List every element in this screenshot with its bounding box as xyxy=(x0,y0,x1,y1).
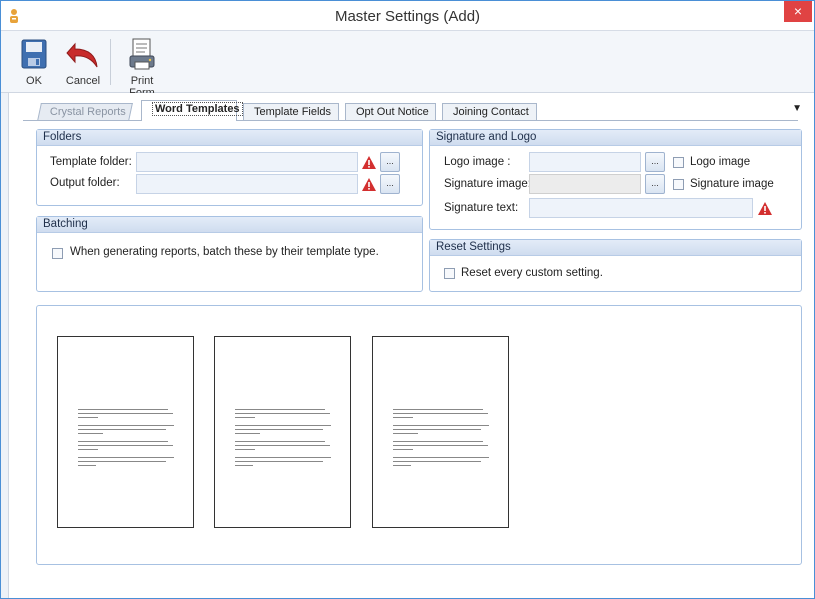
signature-text-label: Signature text: xyxy=(444,202,519,214)
reset-settings-header: Reset Settings xyxy=(430,240,801,256)
tab-label: Crystal Reports xyxy=(49,106,126,118)
tab-template-fields[interactable]: Template Fields xyxy=(243,103,339,121)
tab-label: Joining Contact xyxy=(453,106,529,118)
folders-group: Folders Template folder: ... Output fold… xyxy=(36,129,423,206)
reset-custom-settings-label[interactable]: Reset every custom setting. xyxy=(461,267,603,279)
signature-image-check-label[interactable]: Signature image xyxy=(690,178,774,190)
template-preview-area xyxy=(36,305,802,565)
batching-group: Batching When generating reports, batch … xyxy=(36,216,423,292)
signature-image-label: Signature image: xyxy=(444,178,531,190)
signature-text-input[interactable] xyxy=(529,198,753,218)
signature-image-input[interactable] xyxy=(529,174,641,194)
ok-button[interactable]: OK xyxy=(19,36,49,90)
cancel-label: Cancel xyxy=(65,75,101,87)
logo-image-check-label[interactable]: Logo image xyxy=(690,156,750,168)
tab-content-area: Crystal Reports Word Templates Template … xyxy=(9,93,806,593)
signature-logo-group: Signature and Logo Logo image : ... Logo… xyxy=(429,129,802,230)
tab-baseline xyxy=(23,120,798,121)
signature-image-checkbox[interactable] xyxy=(673,179,684,190)
tab-joining-contact[interactable]: Joining Contact xyxy=(442,103,537,121)
toolbar-separator xyxy=(110,39,111,85)
title-bar: Master Settings (Add) × xyxy=(1,1,814,31)
left-edge-panel xyxy=(1,93,9,598)
output-folder-input[interactable] xyxy=(136,174,358,194)
tab-label: Template Fields xyxy=(254,106,332,118)
warning-icon xyxy=(758,202,772,215)
tab-crystal-reports[interactable]: Crystal Reports xyxy=(37,103,133,121)
template-preview-2[interactable] xyxy=(214,336,351,528)
template-folder-browse-button[interactable]: ... xyxy=(380,152,400,172)
preview-text-lines xyxy=(78,409,178,469)
cancel-button[interactable]: Cancel xyxy=(63,36,103,90)
undo-icon xyxy=(66,42,98,68)
close-button[interactable]: × xyxy=(784,1,812,22)
template-folder-label: Template folder: xyxy=(50,156,132,168)
preview-text-lines xyxy=(235,409,335,469)
template-preview-3[interactable] xyxy=(372,336,509,528)
tab-overflow-dropdown-icon[interactable]: ▼ xyxy=(792,103,802,114)
ribbon-toolbar: OK Cancel Print Form xyxy=(1,31,814,99)
ok-label: OK xyxy=(26,75,42,87)
close-icon: × xyxy=(793,3,803,19)
folders-header: Folders xyxy=(37,130,422,146)
signature-image-browse-button[interactable]: ... xyxy=(645,174,665,194)
tab-label: Opt Out Notice xyxy=(356,106,429,118)
output-folder-label: Output folder: xyxy=(50,177,120,189)
save-icon xyxy=(21,39,47,69)
preview-text-lines xyxy=(393,409,493,469)
window-title: Master Settings (Add) xyxy=(334,8,481,25)
template-folder-input[interactable] xyxy=(136,152,358,172)
batch-by-template-checkbox[interactable] xyxy=(52,248,63,259)
signature-logo-header: Signature and Logo xyxy=(430,130,801,146)
tab-opt-out-notice[interactable]: Opt Out Notice xyxy=(345,103,436,121)
logo-image-label: Logo image : xyxy=(444,156,511,168)
logo-image-browse-button[interactable]: ... xyxy=(645,152,665,172)
output-folder-browse-button[interactable]: ... xyxy=(380,174,400,194)
reset-custom-settings-checkbox[interactable] xyxy=(444,268,455,279)
warning-icon xyxy=(362,178,376,191)
warning-icon xyxy=(362,156,376,169)
reset-settings-group: Reset Settings Reset every custom settin… xyxy=(429,239,802,292)
print-form-icon xyxy=(129,38,155,70)
master-settings-window: Master Settings (Add) × OK Cancel Print … xyxy=(0,0,815,599)
batch-by-template-label[interactable]: When generating reports, batch these by … xyxy=(70,246,379,258)
logo-image-input[interactable] xyxy=(529,152,641,172)
tab-word-templates[interactable]: Word Templates xyxy=(141,100,243,121)
tab-label: Word Templates xyxy=(152,102,243,116)
template-preview-1[interactable] xyxy=(57,336,194,528)
print-form-button[interactable]: Print Form xyxy=(117,36,167,99)
logo-image-checkbox[interactable] xyxy=(673,157,684,168)
batching-header: Batching xyxy=(37,217,422,233)
